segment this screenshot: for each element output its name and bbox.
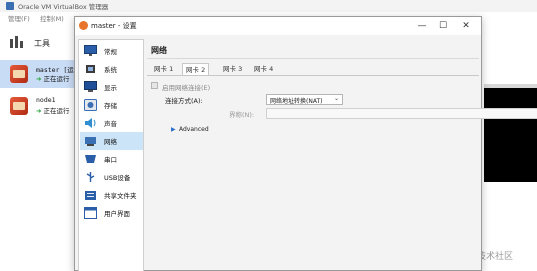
vm-os-icon <box>10 65 28 83</box>
tools-label: 工具 <box>34 39 50 48</box>
attached-to-label: 连接方式(A): <box>165 97 203 105</box>
nav-item-usb[interactable]: USB设备 <box>80 168 143 186</box>
nav-item-label: 常规 <box>104 48 117 56</box>
serial-port-icon <box>85 155 96 163</box>
chip-icon <box>86 65 95 73</box>
virtualbox-logo-icon <box>6 2 14 10</box>
section-divider <box>147 58 479 59</box>
nav-item-label: 存储 <box>104 102 117 110</box>
tab-adapter-1[interactable]: 网卡 1 <box>151 63 176 75</box>
network-settings-panel: 网络 网卡 1 网卡 2 网卡 3 网卡 4 启用网络连接(E) 连接方式(A)… <box>147 39 537 271</box>
speaker-icon <box>85 118 96 128</box>
vm-preview-screen <box>484 84 537 182</box>
minimize-button[interactable]: — <box>415 20 429 32</box>
nav-item-label: USB设备 <box>104 174 131 182</box>
attached-to-value: 网络地址转换(NAT) <box>270 98 323 105</box>
vm-list-item-node1[interactable]: node1 正在运行 <box>0 92 75 120</box>
section-title: 网络 <box>151 46 167 55</box>
adapter-name-combo[interactable]: ⌄ <box>266 108 537 119</box>
menu-manage[interactable]: 管理(F) <box>8 15 30 23</box>
display-icon <box>84 81 97 92</box>
storage-icon <box>84 99 97 111</box>
nav-item-user-interface[interactable]: 用户界面 <box>80 204 143 222</box>
vm-list-item-master[interactable]: master [运 正在运行 <box>0 60 75 88</box>
vm-name: node1 <box>36 96 56 104</box>
manager-menu-bar: 管理(F) 控制(M) <box>0 13 80 23</box>
nav-item-label: 显示 <box>104 84 117 92</box>
vm-state: 正在运行 <box>36 73 69 83</box>
nav-item-label: 声音 <box>104 120 117 128</box>
tab-adapter-4[interactable]: 网卡 4 <box>251 63 276 75</box>
advanced-label: Advanced <box>179 126 209 133</box>
vm-state: 正在运行 <box>36 105 69 115</box>
enable-adapter-label: 启用网络连接(E) <box>162 84 211 92</box>
nav-item-label: 共享文件夹 <box>104 192 137 200</box>
enable-adapter-checkbox[interactable] <box>151 82 158 89</box>
dialog-app-icon <box>79 21 88 30</box>
nav-item-audio[interactable]: 声音 <box>80 114 143 132</box>
nav-item-general[interactable]: 常规 <box>80 42 143 60</box>
nav-item-label: 串口 <box>104 156 117 164</box>
nav-item-label: 网络 <box>104 138 117 146</box>
expand-arrow-icon: ▶ <box>171 126 176 133</box>
adapter-name-label: 界称(N): <box>229 111 255 119</box>
tools-icon <box>10 36 24 48</box>
nav-item-display[interactable]: 显示 <box>80 78 143 96</box>
tab-divider <box>147 75 479 76</box>
manager-title-bar: Oracle VM VirtualBox 管理器 <box>0 0 537 12</box>
monitor-icon <box>84 45 97 56</box>
tools-entry[interactable]: 工具 <box>10 32 70 52</box>
folder-icon <box>85 191 96 200</box>
nav-item-system[interactable]: 系统 <box>80 60 143 78</box>
vm-os-icon <box>10 97 28 115</box>
settings-nav: 常规 系统 显示 存储 声音 网络 串口 USB设备 共享文件夹 用户界面 <box>78 39 144 271</box>
menu-control[interactable]: 控制(M) <box>40 15 64 23</box>
manager-title: Oracle VM VirtualBox 管理器 <box>18 3 109 11</box>
nav-item-network[interactable]: 网络 <box>80 132 143 150</box>
attached-to-select[interactable]: 网络地址转换(NAT) ⌄ <box>266 94 343 105</box>
dialog-title: master - 设置 <box>91 22 137 30</box>
maximize-button[interactable]: ☐ <box>436 20 450 32</box>
chevron-down-icon: ⌄ <box>333 95 339 102</box>
nav-item-serial[interactable]: 串口 <box>80 150 143 168</box>
nav-item-label: 系统 <box>104 66 117 74</box>
tab-adapter-3[interactable]: 网卡 3 <box>220 63 245 75</box>
tab-adapter-2[interactable]: 网卡 2 <box>182 63 210 75</box>
dialog-title-bar[interactable]: master - 设置 — ☐ ✕ <box>75 17 481 35</box>
nav-item-label: 用户界面 <box>104 210 130 218</box>
nav-item-shared-folders[interactable]: 共享文件夹 <box>80 186 143 204</box>
close-button[interactable]: ✕ <box>459 20 473 32</box>
nav-item-storage[interactable]: 存储 <box>80 96 143 114</box>
ui-icon <box>84 207 97 219</box>
network-icon <box>85 137 96 146</box>
settings-dialog: master - 设置 — ☐ ✕ 常规 系统 显示 存储 声音 网络 串口 U… <box>74 16 537 271</box>
usb-icon <box>86 172 95 182</box>
